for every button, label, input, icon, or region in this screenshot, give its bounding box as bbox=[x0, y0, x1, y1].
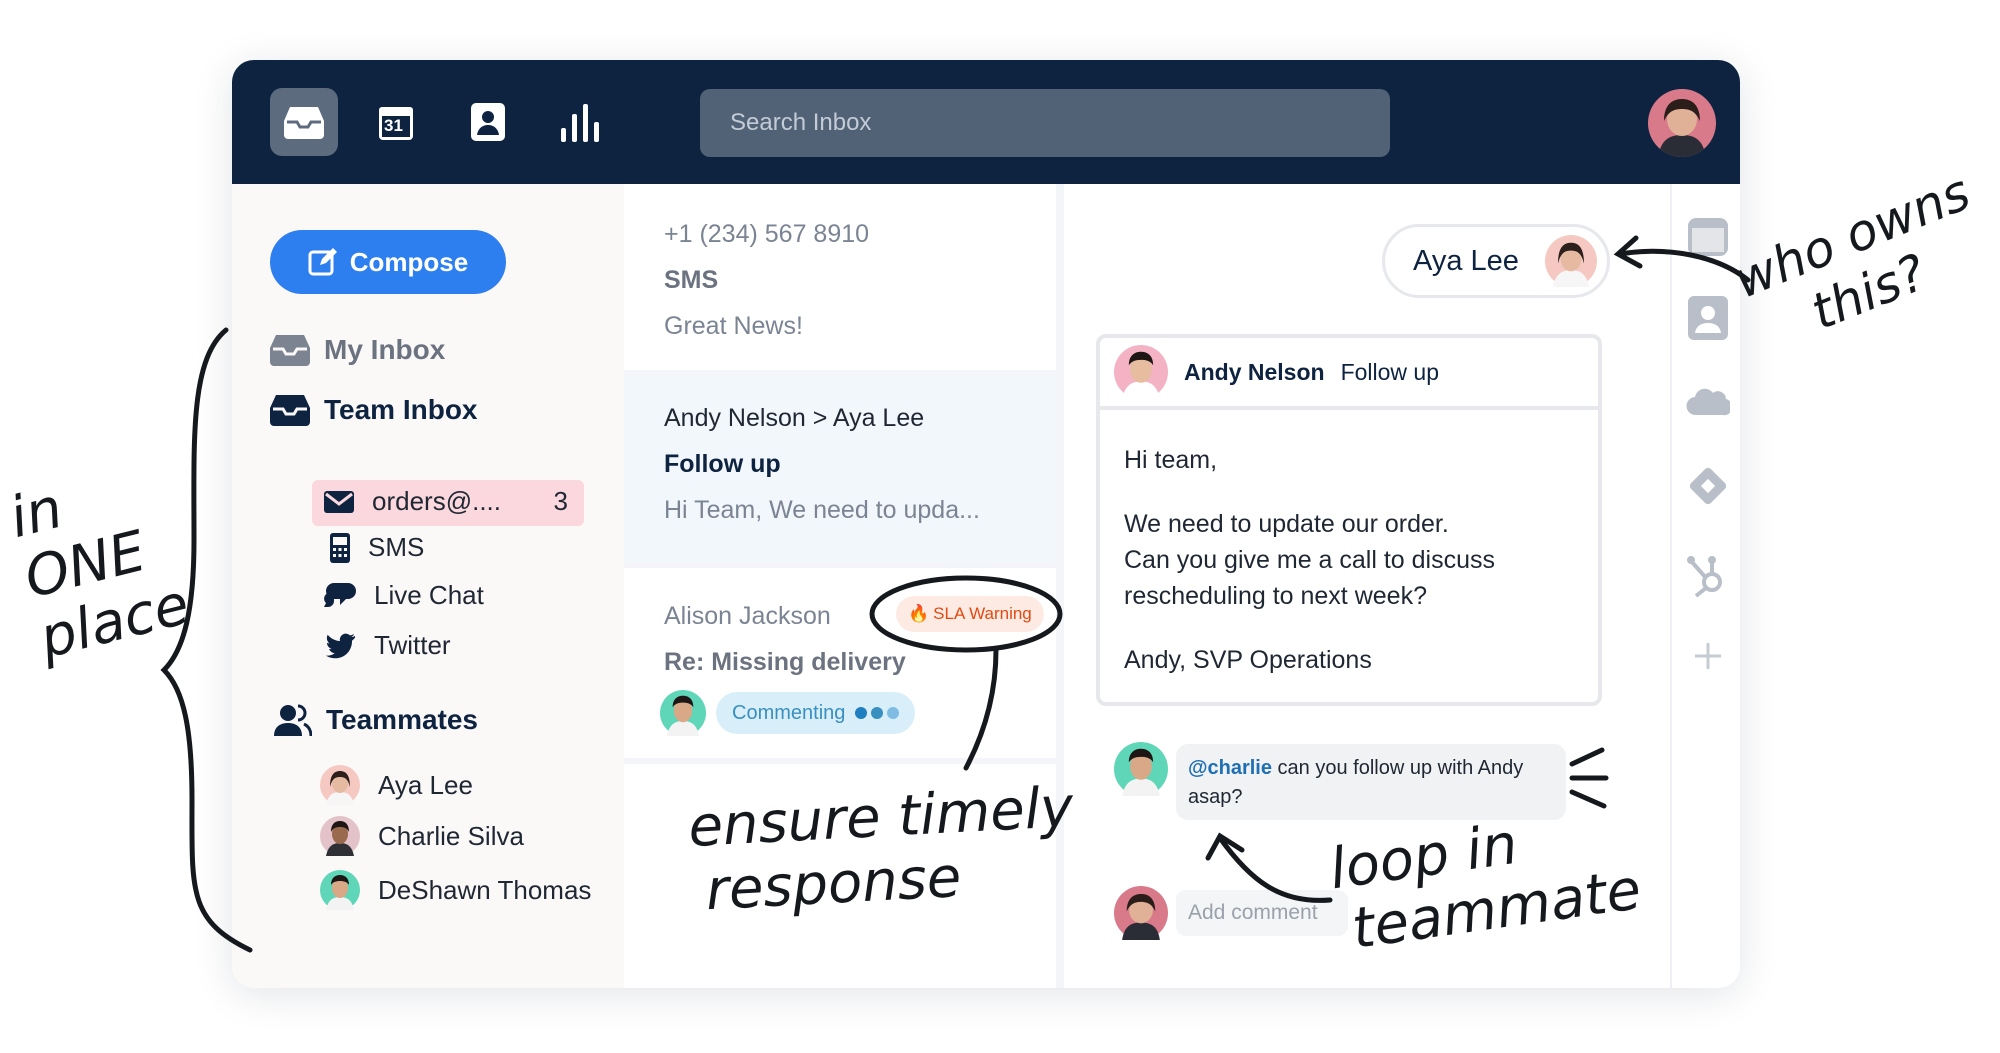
teammate-name: Charlie Silva bbox=[378, 820, 524, 851]
channel-sms-label: SMS bbox=[368, 532, 425, 562]
compose-icon bbox=[308, 248, 337, 276]
teammates-icon bbox=[274, 704, 312, 736]
my-inbox-icon bbox=[270, 335, 310, 366]
message-sender: Andy Nelson bbox=[1184, 358, 1325, 385]
message-line: We need to update our order. bbox=[1124, 510, 1449, 538]
teammates-heading[interactable]: Teammates bbox=[274, 704, 478, 736]
unread-count-badge: 3 bbox=[553, 486, 568, 516]
avatar bbox=[320, 870, 360, 910]
annotation-circle-and-line bbox=[869, 575, 1063, 771]
conversation-subject: SMS bbox=[664, 266, 719, 294]
avatar bbox=[1114, 742, 1168, 796]
message-header: Andy Nelson Follow up bbox=[1100, 338, 1598, 410]
comment-text: asap? bbox=[1188, 786, 1243, 808]
avatar bbox=[1114, 886, 1168, 940]
channel-orders[interactable]: orders@.... 3 bbox=[324, 486, 574, 517]
message-card: Andy Nelson Follow up Hi team, We need t… bbox=[1096, 334, 1602, 706]
message-greeting: Hi team, bbox=[1124, 446, 1218, 474]
add-integration-icon[interactable] bbox=[1686, 634, 1730, 678]
salesforce-cloud-icon[interactable] bbox=[1686, 380, 1730, 424]
teammates-label: Teammates bbox=[326, 704, 479, 735]
sidebar: Compose My Inbox Team Inbox orders@.... … bbox=[232, 184, 624, 988]
conversation-preview: Hi Team, We need to upda... bbox=[664, 496, 980, 524]
nav-my-inbox[interactable]: My Inbox bbox=[270, 334, 445, 366]
comment-mention[interactable]: @charlie bbox=[1188, 757, 1272, 779]
integrations-bar bbox=[1670, 184, 1740, 988]
teammate-aya-lee[interactable]: Aya Lee bbox=[320, 765, 473, 805]
comment-bubble: @charlie can you follow up with Andy asa… bbox=[1176, 744, 1566, 820]
contacts-icon[interactable] bbox=[454, 88, 522, 156]
top-navigation-bar: 31 Search Inbox bbox=[232, 60, 1740, 184]
teammate-name: Aya Lee bbox=[378, 769, 473, 800]
annotation-who-owns-this: who owns this? bbox=[1726, 162, 1978, 342]
assignee-name: Aya Lee bbox=[1413, 244, 1519, 277]
envelope-icon bbox=[324, 490, 354, 513]
commenting-label: Commenting bbox=[732, 702, 846, 724]
annotation-arrow-comment bbox=[1205, 832, 1333, 903]
hubspot-icon[interactable] bbox=[1686, 554, 1730, 598]
phone-icon bbox=[330, 532, 350, 563]
assignee-pill[interactable]: Aya Lee bbox=[1382, 224, 1610, 298]
channel-sms[interactable]: SMS bbox=[330, 532, 424, 563]
channel-live-chat-label: Live Chat bbox=[374, 580, 484, 610]
annotation-ensure-timely-response: ensure timely response bbox=[686, 775, 1075, 924]
conversation-preview: Great News! bbox=[664, 312, 803, 340]
teammate-deshawn-thomas[interactable]: DeShawn Thomas bbox=[320, 870, 591, 910]
conversation-item-selected[interactable]: Andy Nelson > Aya Lee Follow up Hi Team,… bbox=[624, 376, 1056, 562]
compose-label: Compose bbox=[349, 246, 469, 277]
conversation-item[interactable]: +1 (234) 567 8910 SMS Great News! bbox=[624, 184, 1056, 370]
contact-card-icon[interactable] bbox=[1686, 296, 1730, 340]
channel-twitter[interactable]: Twitter bbox=[326, 630, 451, 661]
calendar-icon[interactable]: 31 bbox=[362, 88, 430, 156]
message-body: Hi team, We need to update our order. Ca… bbox=[1124, 442, 1495, 678]
comment-text: can you follow up with Andy bbox=[1271, 757, 1524, 779]
jira-diamond-icon[interactable] bbox=[1686, 464, 1730, 508]
avatar bbox=[320, 816, 360, 856]
channel-orders-label: orders@.... bbox=[372, 486, 501, 516]
channel-live-chat[interactable]: Live Chat bbox=[324, 580, 484, 611]
my-inbox-label: My Inbox bbox=[324, 334, 446, 365]
twitter-bird-icon bbox=[326, 633, 355, 658]
user-avatar[interactable] bbox=[1648, 89, 1716, 157]
search-input[interactable]: Search Inbox bbox=[700, 89, 1390, 157]
conversation-from: +1 (234) 567 8910 bbox=[664, 220, 870, 248]
calendar-day: 31 bbox=[384, 116, 403, 135]
chat-bubbles-icon bbox=[324, 582, 356, 607]
teammate-name: DeShawn Thomas bbox=[378, 874, 592, 905]
analytics-icon[interactable] bbox=[546, 88, 614, 156]
avatar bbox=[660, 690, 706, 736]
message-line: Can you give me a call to discuss bbox=[1124, 546, 1496, 574]
conversation-from: Alison Jackson bbox=[664, 602, 831, 630]
message-subject: Follow up bbox=[1340, 358, 1440, 385]
avatar bbox=[1114, 345, 1168, 399]
team-inbox-label: Team Inbox bbox=[324, 394, 478, 425]
channel-twitter-label: Twitter bbox=[374, 630, 451, 660]
nav-team-inbox[interactable]: Team Inbox bbox=[270, 394, 478, 426]
teammate-charlie-silva[interactable]: Charlie Silva bbox=[320, 816, 524, 856]
avatar bbox=[320, 765, 360, 805]
message-line: rescheduling to next week? bbox=[1124, 582, 1427, 610]
compose-button[interactable]: Compose bbox=[270, 230, 506, 294]
conversation-subject: Follow up bbox=[664, 450, 781, 478]
message-signoff: Andy, SVP Operations bbox=[1124, 646, 1372, 674]
inbox-icon[interactable] bbox=[270, 88, 338, 156]
conversation-from: Andy Nelson > Aya Lee bbox=[664, 404, 925, 432]
avatar bbox=[1545, 235, 1597, 287]
team-inbox-icon bbox=[270, 395, 310, 426]
